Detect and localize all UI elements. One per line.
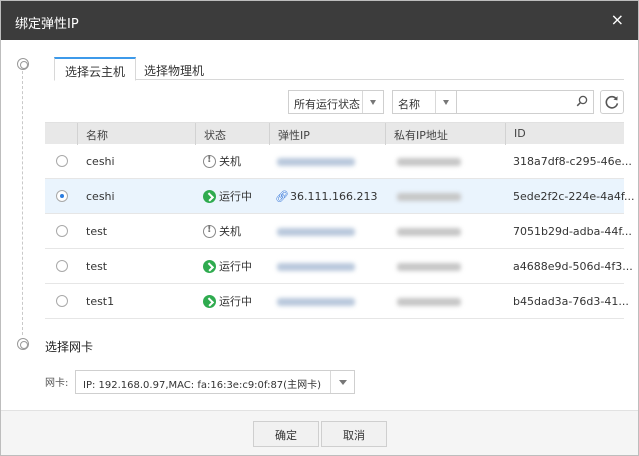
- row-private-ip: [397, 225, 461, 238]
- tab-bar: 选择云主机 选择物理机: [54, 57, 624, 81]
- row-name: test: [86, 260, 108, 273]
- confirm-button[interactable]: 确定: [253, 421, 319, 447]
- column-header-name: 名称: [77, 123, 195, 145]
- row-status: 运行中: [203, 293, 252, 309]
- redacted-elastic-ip: [277, 298, 355, 306]
- stopped-icon: [203, 154, 216, 168]
- redacted-private-ip: [397, 228, 461, 236]
- bind-elastic-ip-dialog: 绑定弹性IP × 选择云主机 选择物理机 所有运行状态 名称 名称 状态 弹性I…: [0, 0, 639, 456]
- step-marker-select-host: [17, 58, 29, 70]
- dialog-footer: 确定 取消: [1, 410, 638, 455]
- dialog-title: 绑定弹性IP: [15, 17, 79, 32]
- column-header-id: ID: [505, 123, 624, 145]
- row-status-text: 关机: [219, 225, 241, 238]
- chevron-down-icon[interactable]: [330, 371, 354, 393]
- redacted-elastic-ip: [277, 228, 355, 236]
- search-icon[interactable]: [576, 95, 588, 107]
- tab-cloud-host[interactable]: 选择云主机: [54, 57, 137, 81]
- row-status: 运行中: [203, 258, 252, 274]
- nic-select-value: IP: 192.168.0.97,MAC: fa:16:3e:c9:0f:87(…: [83, 380, 321, 391]
- redacted-elastic-ip: [277, 263, 355, 271]
- table-row[interactable]: ceshi 关机 318a7df8-c295-46e...: [45, 144, 632, 179]
- row-elastic-ip: 🔗︎36.111.166.213: [275, 190, 377, 203]
- refresh-button[interactable]: [600, 90, 624, 114]
- row-private-ip: [397, 260, 461, 273]
- running-icon: [203, 260, 216, 273]
- step-marker-select-nic: [17, 338, 29, 350]
- cancel-button[interactable]: 取消: [321, 421, 387, 447]
- row-radio[interactable]: [56, 260, 68, 272]
- table-row[interactable]: test 关机 7051b29d-adba-44f...: [45, 214, 632, 249]
- row-status-text: 运行中: [219, 260, 252, 273]
- row-private-ip: [397, 190, 461, 203]
- row-id: 7051b29d-adba-44f...: [513, 225, 632, 238]
- status-filter-value: 所有运行状态: [294, 98, 360, 111]
- row-name: ceshi: [86, 190, 115, 203]
- dialog-titlebar: 绑定弹性IP ×: [1, 1, 638, 40]
- stopped-icon: [203, 224, 216, 238]
- table-header: 名称 状态 弹性IP 私有IP地址 ID: [45, 122, 624, 145]
- row-status-text: 关机: [219, 155, 241, 168]
- row-status: 关机: [203, 153, 241, 169]
- search-field-value: 名称: [398, 98, 420, 111]
- redacted-private-ip: [397, 158, 461, 166]
- chevron-down-icon[interactable]: [435, 91, 456, 113]
- running-icon: [203, 295, 216, 308]
- row-name: test: [86, 225, 108, 238]
- row-status-text: 运行中: [219, 190, 252, 203]
- tab-physical-machine[interactable]: 选择物理机: [134, 57, 214, 80]
- row-id: 318a7df8-c295-46e...: [513, 155, 632, 168]
- row-status-text: 运行中: [219, 295, 252, 308]
- refresh-icon: [605, 95, 619, 109]
- link-icon: 🔗︎: [275, 190, 289, 203]
- row-id: b45dad3a-76d3-41...: [513, 295, 629, 308]
- step-connector-line: [22, 71, 23, 335]
- row-status: 运行中: [203, 188, 252, 204]
- host-table: 名称 状态 弹性IP 私有IP地址 ID ceshi 关机 318a7df8-c…: [45, 122, 634, 319]
- nic-section-title: 选择网卡: [45, 340, 94, 354]
- redacted-private-ip: [397, 193, 461, 201]
- row-private-ip: [397, 155, 461, 168]
- row-radio[interactable]: [56, 190, 68, 202]
- row-elastic-ip: [277, 295, 355, 308]
- row-radio[interactable]: [56, 295, 68, 307]
- chevron-down-icon[interactable]: [362, 91, 383, 113]
- redacted-private-ip: [397, 263, 461, 271]
- search-input[interactable]: [457, 90, 594, 114]
- close-icon[interactable]: ×: [611, 10, 624, 29]
- column-header-elastic-ip: 弹性IP: [269, 123, 385, 145]
- column-header-status: 状态: [195, 123, 269, 145]
- search-field-select[interactable]: 名称: [392, 90, 457, 114]
- redacted-private-ip: [397, 298, 461, 306]
- nic-select[interactable]: IP: 192.168.0.97,MAC: fa:16:3e:c9:0f:87(…: [75, 370, 355, 394]
- table-row[interactable]: test1 运行中 b45dad3a-76d3-41...: [45, 284, 629, 319]
- row-id: 5ede2f2c-224e-4a4f...: [513, 190, 635, 203]
- redacted-elastic-ip: [277, 158, 355, 166]
- table-row[interactable]: ceshi 运行中 🔗︎36.111.166.213 5ede2f2c-224e…: [45, 179, 634, 214]
- row-id: a4688e9d-506d-4f3...: [513, 260, 633, 273]
- row-radio[interactable]: [56, 155, 68, 167]
- row-elastic-ip: [277, 155, 355, 168]
- row-elastic-ip: [277, 260, 355, 273]
- row-name: ceshi: [86, 155, 115, 168]
- row-elastic-ip: [277, 225, 355, 238]
- row-private-ip: [397, 295, 461, 308]
- nic-field-label: 网卡:: [45, 378, 69, 389]
- status-filter-select[interactable]: 所有运行状态: [288, 90, 384, 114]
- column-header-private-ip: 私有IP地址: [385, 123, 505, 145]
- running-icon: [203, 190, 216, 203]
- row-radio[interactable]: [56, 225, 68, 237]
- row-status: 关机: [203, 223, 241, 239]
- row-name: test1: [86, 295, 115, 308]
- table-row[interactable]: test 运行中 a4688e9d-506d-4f3...: [45, 249, 633, 284]
- row-elastic-ip-text[interactable]: 36.111.166.213: [290, 190, 377, 203]
